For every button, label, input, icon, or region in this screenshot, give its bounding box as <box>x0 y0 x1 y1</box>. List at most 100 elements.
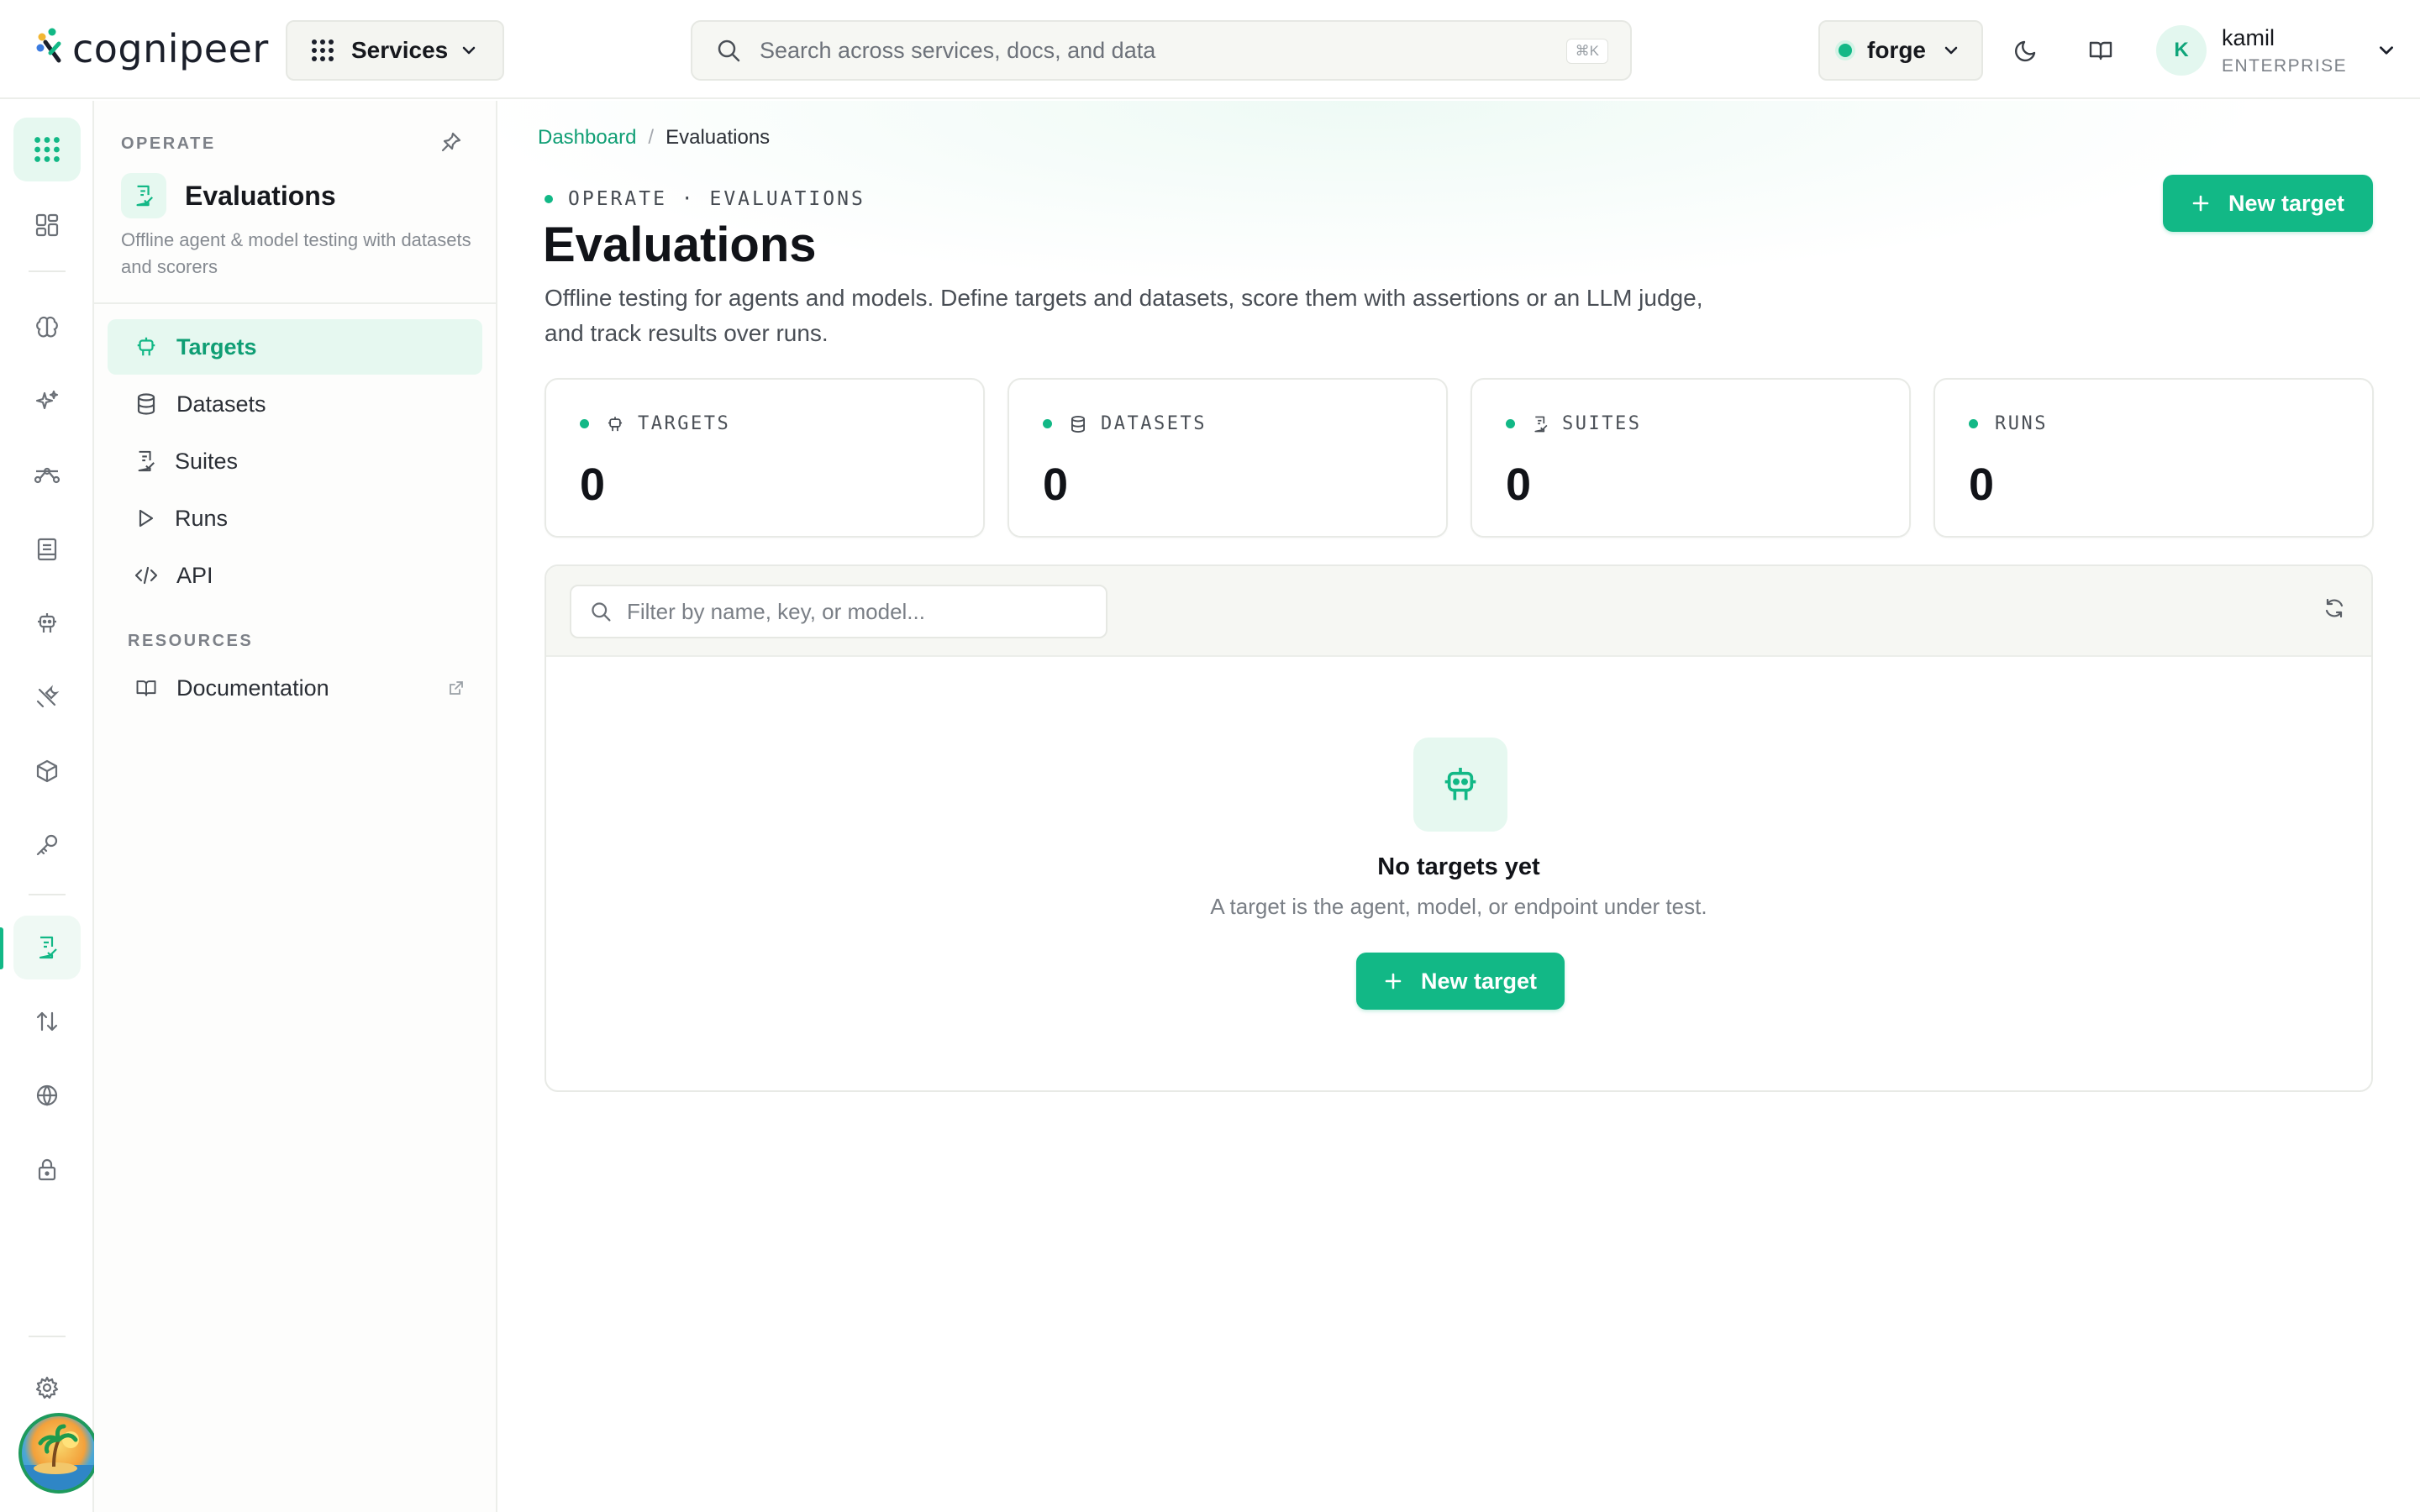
user-avatar: K <box>2156 25 2207 76</box>
stat-dot <box>580 419 589 428</box>
cognipeer-logo-icon <box>36 28 61 63</box>
checklist-icon <box>138 450 155 472</box>
new-target-label: New target <box>2228 190 2345 216</box>
external-link-icon <box>450 681 463 695</box>
sidebar-item-label: Datasets <box>176 391 266 417</box>
user-menu[interactable]: K kamil ENTERPRISE <box>2156 22 2396 79</box>
stat-value: 0 <box>1506 459 1532 510</box>
database-icon <box>137 393 155 415</box>
environment-name: forge <box>1867 37 1926 63</box>
refresh-button[interactable] <box>2323 596 2346 620</box>
rail-item-tools[interactable] <box>13 665 81 729</box>
environment-switcher[interactable]: forge <box>1818 20 1983 81</box>
eyebrow-text: OPERATE · EVALUATIONS <box>568 188 865 210</box>
rail-item-keys[interactable] <box>13 813 81 877</box>
section-sidebar: OPERATE Evaluations Offline agent & mode… <box>94 101 497 1512</box>
sidebar-item-api[interactable]: API <box>108 548 482 603</box>
pin-sidebar-button[interactable] <box>440 131 462 153</box>
rail-item-security[interactable] <box>13 1137 81 1201</box>
targets-panel: No targets yet A target is the agent, mo… <box>544 564 2373 1092</box>
play-icon <box>139 509 154 528</box>
book-icon <box>136 680 156 696</box>
plus-icon <box>2192 195 2209 212</box>
eyebrow-dot <box>544 195 553 203</box>
rail-item-settings[interactable] <box>13 1356 81 1420</box>
palm-island-icon <box>22 1424 96 1490</box>
cube-icon <box>36 759 58 783</box>
filter-box[interactable] <box>570 585 1107 638</box>
rail-item-evaluations[interactable] <box>13 916 81 979</box>
services-button[interactable]: Services <box>286 20 504 81</box>
stat-dot <box>1506 419 1515 428</box>
breadcrumb-current: Evaluations <box>666 126 771 149</box>
docs-button[interactable] <box>2082 32 2119 69</box>
sidebar-item-targets[interactable]: Targets <box>108 319 482 375</box>
breadcrumb-dashboard-link[interactable]: Dashboard <box>538 126 636 150</box>
transfer-icon <box>36 1011 58 1032</box>
page-title: Evaluations <box>543 218 817 272</box>
rail-item-network[interactable] <box>13 1063 81 1127</box>
user-name: kamil <box>2222 24 2275 50</box>
stat-label: SUITES <box>1562 413 1642 434</box>
brand-logo[interactable]: cognipeer <box>34 22 269 76</box>
rail-item-notebook[interactable] <box>13 517 81 581</box>
sidebar-title: Evaluations <box>185 180 336 211</box>
robot-icon <box>137 337 155 356</box>
sidebar-item-runs[interactable]: Runs <box>108 491 482 546</box>
globe-icon <box>36 1084 58 1106</box>
evaluations-icon <box>39 936 57 959</box>
rail-item-flows[interactable] <box>13 444 81 507</box>
sidebar-item-datasets[interactable]: Datasets <box>108 376 482 432</box>
sidebar-description: Offline agent & model testing with datas… <box>121 229 471 277</box>
rail-item-transfer[interactable] <box>13 990 81 1053</box>
grid-dots-icon <box>34 137 60 162</box>
chevron-down-icon <box>2380 46 2394 55</box>
workflow-icon <box>34 467 60 484</box>
sparkles-icon <box>35 390 59 410</box>
search-shortcut-badge: ⌘K <box>1565 39 1608 64</box>
stat-label: DATASETS <box>1101 413 1207 434</box>
stat-dot <box>1969 419 1978 428</box>
icon-rail <box>0 101 94 1512</box>
evaluations-icon <box>136 185 154 207</box>
plus-icon <box>1385 973 1402 990</box>
database-icon <box>1071 415 1086 433</box>
sidebar-section-label: OPERATE <box>121 134 216 153</box>
global-search-input[interactable] <box>760 37 1516 64</box>
rail-item-dashboard[interactable] <box>13 193 81 257</box>
sidebar-item-documentation[interactable]: Documentation <box>108 660 482 716</box>
settings-icon <box>35 1376 59 1399</box>
sidebar-item-label: Documentation <box>176 675 329 701</box>
stat-value: 0 <box>1969 459 1995 510</box>
chevron-down-icon <box>1944 46 1958 55</box>
panel-toolbar <box>546 566 2371 657</box>
new-target-button[interactable]: New target <box>2163 175 2373 232</box>
rail-item-services[interactable] <box>13 118 81 181</box>
services-label: Services <box>351 37 449 63</box>
global-search[interactable]: ⌘K <box>691 20 1632 81</box>
sidebar-header: OPERATE Evaluations Offline agent & mode… <box>94 101 496 304</box>
pin-icon <box>441 132 461 152</box>
user-tier: ENTERPRISE <box>2222 55 2348 76</box>
rail-item-packages[interactable] <box>13 739 81 803</box>
theme-toggle-button[interactable] <box>2008 32 2045 69</box>
empty-state-title: No targets yet <box>1377 853 1540 880</box>
tools-icon <box>36 685 60 708</box>
search-icon <box>718 39 740 62</box>
stat-card-datasets: DATASETS 0 <box>1007 378 1448 538</box>
rail-item-models[interactable] <box>13 296 81 360</box>
empty-state-new-target-button[interactable]: New target <box>1356 953 1565 1010</box>
breadcrumb-separator: / <box>648 126 655 149</box>
sidebar-item-suites[interactable]: Suites <box>108 433 482 489</box>
rail-item-ai[interactable] <box>13 370 81 433</box>
stat-label: RUNS <box>1995 413 2048 434</box>
stat-card-runs: RUNS 0 <box>1933 378 2374 538</box>
workspace-avatar[interactable] <box>18 1413 99 1494</box>
rail-item-agents[interactable] <box>13 591 81 655</box>
stat-dot <box>1043 419 1052 428</box>
notebook-icon <box>37 538 57 561</box>
checklist-icon <box>1534 416 1548 432</box>
search-icon <box>592 602 611 622</box>
filter-input[interactable] <box>627 598 1097 625</box>
stat-card-targets: TARGETS 0 <box>544 378 985 538</box>
